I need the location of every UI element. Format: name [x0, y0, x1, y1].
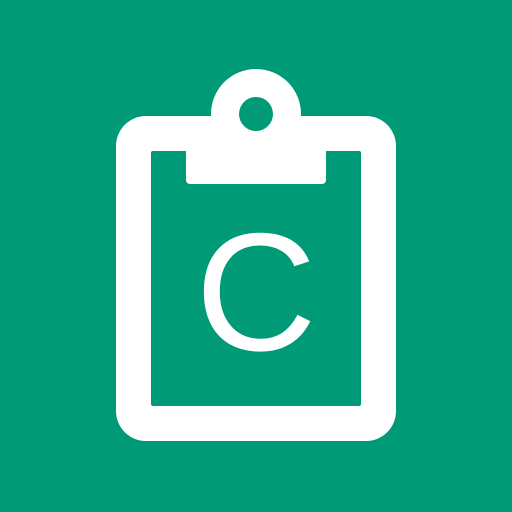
clipboard-icon: C [116, 69, 396, 441]
clipboard-clip-hole [239, 97, 273, 131]
app-icon[interactable]: C [0, 0, 512, 512]
clipboard-letter: C [195, 198, 316, 386]
